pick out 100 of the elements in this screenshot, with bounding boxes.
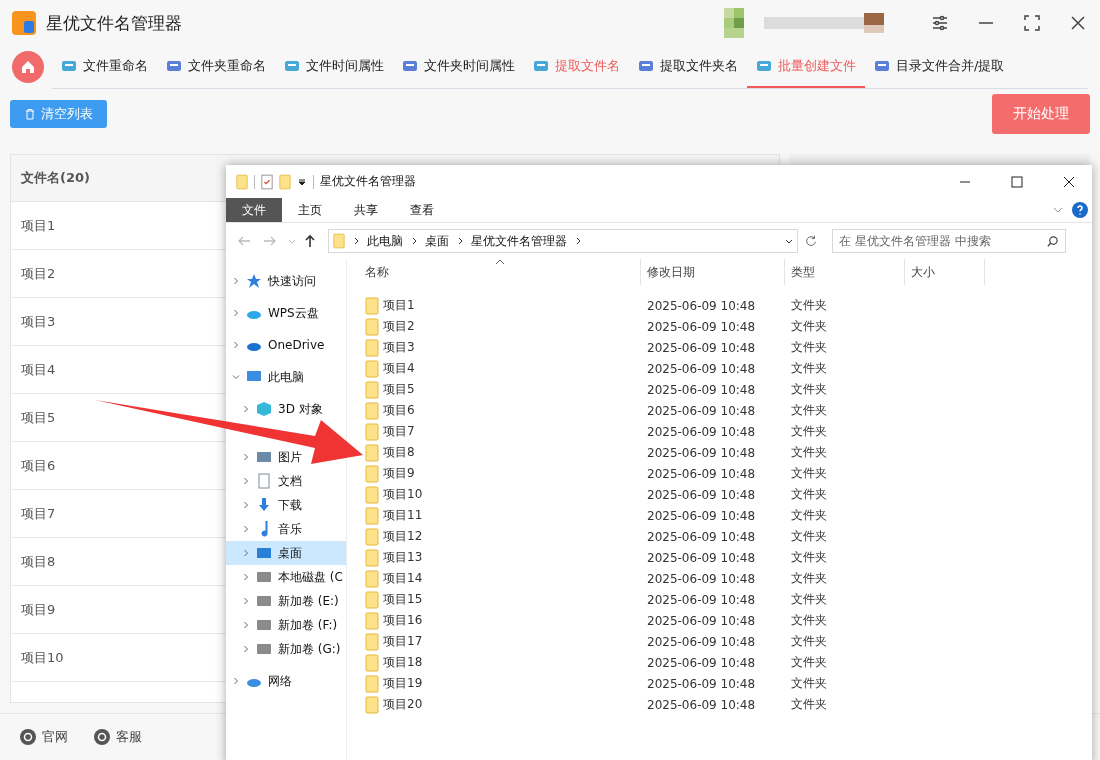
file-name[interactable]: 项目2 xyxy=(383,318,415,335)
chevron-right-icon[interactable] xyxy=(242,645,250,653)
chevron-right-icon[interactable] xyxy=(232,309,240,317)
breadcrumb[interactable]: 星优文件名管理器 xyxy=(471,232,567,250)
file-date: 2025-06-09 10:48 xyxy=(647,634,756,649)
file-name[interactable]: 项目20 xyxy=(383,696,423,713)
refresh-icon[interactable] xyxy=(804,234,818,248)
fullscreen-icon[interactable] xyxy=(1022,13,1042,33)
nav-item[interactable]: 图片 xyxy=(278,448,302,466)
nav-item[interactable]: 新加卷 (E:) xyxy=(278,592,339,610)
file-type: 文件夹 xyxy=(791,318,827,335)
file-date: 2025-06-09 10:48 xyxy=(647,592,756,607)
chevron-down-icon[interactable] xyxy=(785,237,793,245)
file-name[interactable]: 项目14 xyxy=(383,570,423,587)
file-name[interactable]: 项目9 xyxy=(383,465,415,482)
file-name[interactable]: 项目8 xyxy=(383,444,415,461)
file-type: 文件夹 xyxy=(791,675,827,692)
chevron-right-icon xyxy=(456,237,464,245)
file-date: 2025-06-09 10:48 xyxy=(647,319,756,334)
nav-item[interactable]: 下载 xyxy=(278,496,302,514)
folder-icon xyxy=(365,380,379,399)
nav-item[interactable]: 文档 xyxy=(278,472,302,490)
file-name[interactable]: 项目7 xyxy=(383,423,415,440)
folder-icon xyxy=(365,338,379,357)
folder-icon xyxy=(365,674,379,693)
chevron-right-icon[interactable] xyxy=(242,501,250,509)
file-name[interactable]: 项目15 xyxy=(383,591,423,608)
nav-item[interactable]: 新加卷 (F:) xyxy=(278,616,338,634)
file-name[interactable]: 项目1 xyxy=(383,297,415,314)
folder-icon xyxy=(365,359,379,378)
file-date: 2025-06-09 10:48 xyxy=(647,550,756,565)
address-bar[interactable]: 此电脑 桌面 星优文件名管理器 xyxy=(328,229,798,253)
nav-item[interactable]: 快速访问 xyxy=(268,272,316,290)
footer-link[interactable]: 客服 xyxy=(94,728,142,746)
column-header[interactable]: 类型 xyxy=(785,259,905,285)
home-icon[interactable] xyxy=(12,51,44,83)
chevron-right-icon xyxy=(574,237,582,245)
breadcrumb[interactable]: 桌面 xyxy=(425,232,449,250)
link-icon xyxy=(20,729,36,745)
nav-item[interactable]: 新加卷 (G:) xyxy=(278,640,341,658)
file-name[interactable]: 项目6 xyxy=(383,402,415,419)
column-header[interactable]: 名称 xyxy=(359,259,641,285)
chevron-right-icon[interactable] xyxy=(242,525,250,533)
file-date: 2025-06-09 10:48 xyxy=(647,508,756,523)
tab[interactable]: 文件夹重命名 xyxy=(157,45,275,88)
nav-item[interactable]: 本地磁盘 (C xyxy=(278,568,343,586)
chevron-right-icon[interactable] xyxy=(242,453,250,461)
drive-icon xyxy=(256,569,272,585)
sort-icon xyxy=(495,259,505,265)
folder-icon xyxy=(365,611,379,630)
folder-icon xyxy=(365,422,379,441)
file-type: 文件夹 xyxy=(791,633,827,650)
file-date: 2025-06-09 10:48 xyxy=(647,466,756,481)
folder-icon xyxy=(365,695,379,714)
tab[interactable]: 提取文件夹名 xyxy=(629,45,747,88)
chevron-right-icon[interactable] xyxy=(242,549,250,557)
chevron-right-icon[interactable] xyxy=(232,341,240,349)
file-name[interactable]: 项目18 xyxy=(383,654,423,671)
help-icon[interactable] xyxy=(1072,202,1088,218)
file-date: 2025-06-09 10:48 xyxy=(647,445,756,460)
file-name[interactable]: 项目17 xyxy=(383,633,423,650)
chevron-right-icon[interactable] xyxy=(242,597,250,605)
nav-item[interactable]: 音乐 xyxy=(278,520,302,538)
chevron-right-icon[interactable] xyxy=(242,573,250,581)
folder-icon xyxy=(333,233,345,249)
nav-item[interactable]: 桌面 xyxy=(278,544,302,562)
tab[interactable]: 目录文件合并/提取 xyxy=(865,45,1014,88)
ribbon-tab[interactable]: 文件 xyxy=(226,198,282,222)
star-icon xyxy=(246,273,262,289)
file-type: 文件夹 xyxy=(791,360,827,377)
chevron-right-icon[interactable] xyxy=(242,621,250,629)
download-icon xyxy=(256,497,272,513)
dropdown-icon[interactable] xyxy=(297,176,307,187)
drive-icon xyxy=(256,617,272,633)
chevron-right-icon[interactable] xyxy=(242,405,250,413)
file-name[interactable]: 项目4 xyxy=(383,360,415,377)
tab[interactable]: 文件夹时间属性 xyxy=(393,45,524,88)
chevron-right-icon[interactable] xyxy=(232,277,240,285)
tab[interactable]: 文件重命名 xyxy=(52,45,157,88)
settings-icon[interactable] xyxy=(930,13,950,33)
footer-link[interactable]: 官网 xyxy=(20,728,68,746)
column-header[interactable]: 大小 xyxy=(905,259,985,285)
file-type: 文件夹 xyxy=(791,507,827,524)
nav-item[interactable]: WPS云盘 xyxy=(268,304,319,322)
search-field[interactable]: 在 星优文件名管理器 中搜索 xyxy=(832,229,1066,253)
chevron-right-icon[interactable] xyxy=(232,677,240,685)
file-date: 2025-06-09 10:48 xyxy=(647,298,756,313)
file-type: 文件夹 xyxy=(791,612,827,629)
file-name[interactable]: 项目16 xyxy=(383,612,423,629)
chevron-right-icon[interactable] xyxy=(242,477,250,485)
nav-item[interactable]: 3D 对象 xyxy=(278,400,323,418)
nav-item[interactable]: 此电脑 xyxy=(268,368,304,386)
file-type: 文件夹 xyxy=(791,297,827,314)
folder-icon xyxy=(365,317,379,336)
file-type: 文件夹 xyxy=(791,696,827,713)
file-name[interactable]: 项目11 xyxy=(383,507,423,524)
breadcrumb[interactable]: 此电脑 xyxy=(367,232,403,250)
column-header[interactable]: 修改日期 xyxy=(641,259,785,285)
tab[interactable]: 文件时间属性 xyxy=(275,45,393,88)
file-name[interactable]: 项目13 xyxy=(383,549,423,566)
